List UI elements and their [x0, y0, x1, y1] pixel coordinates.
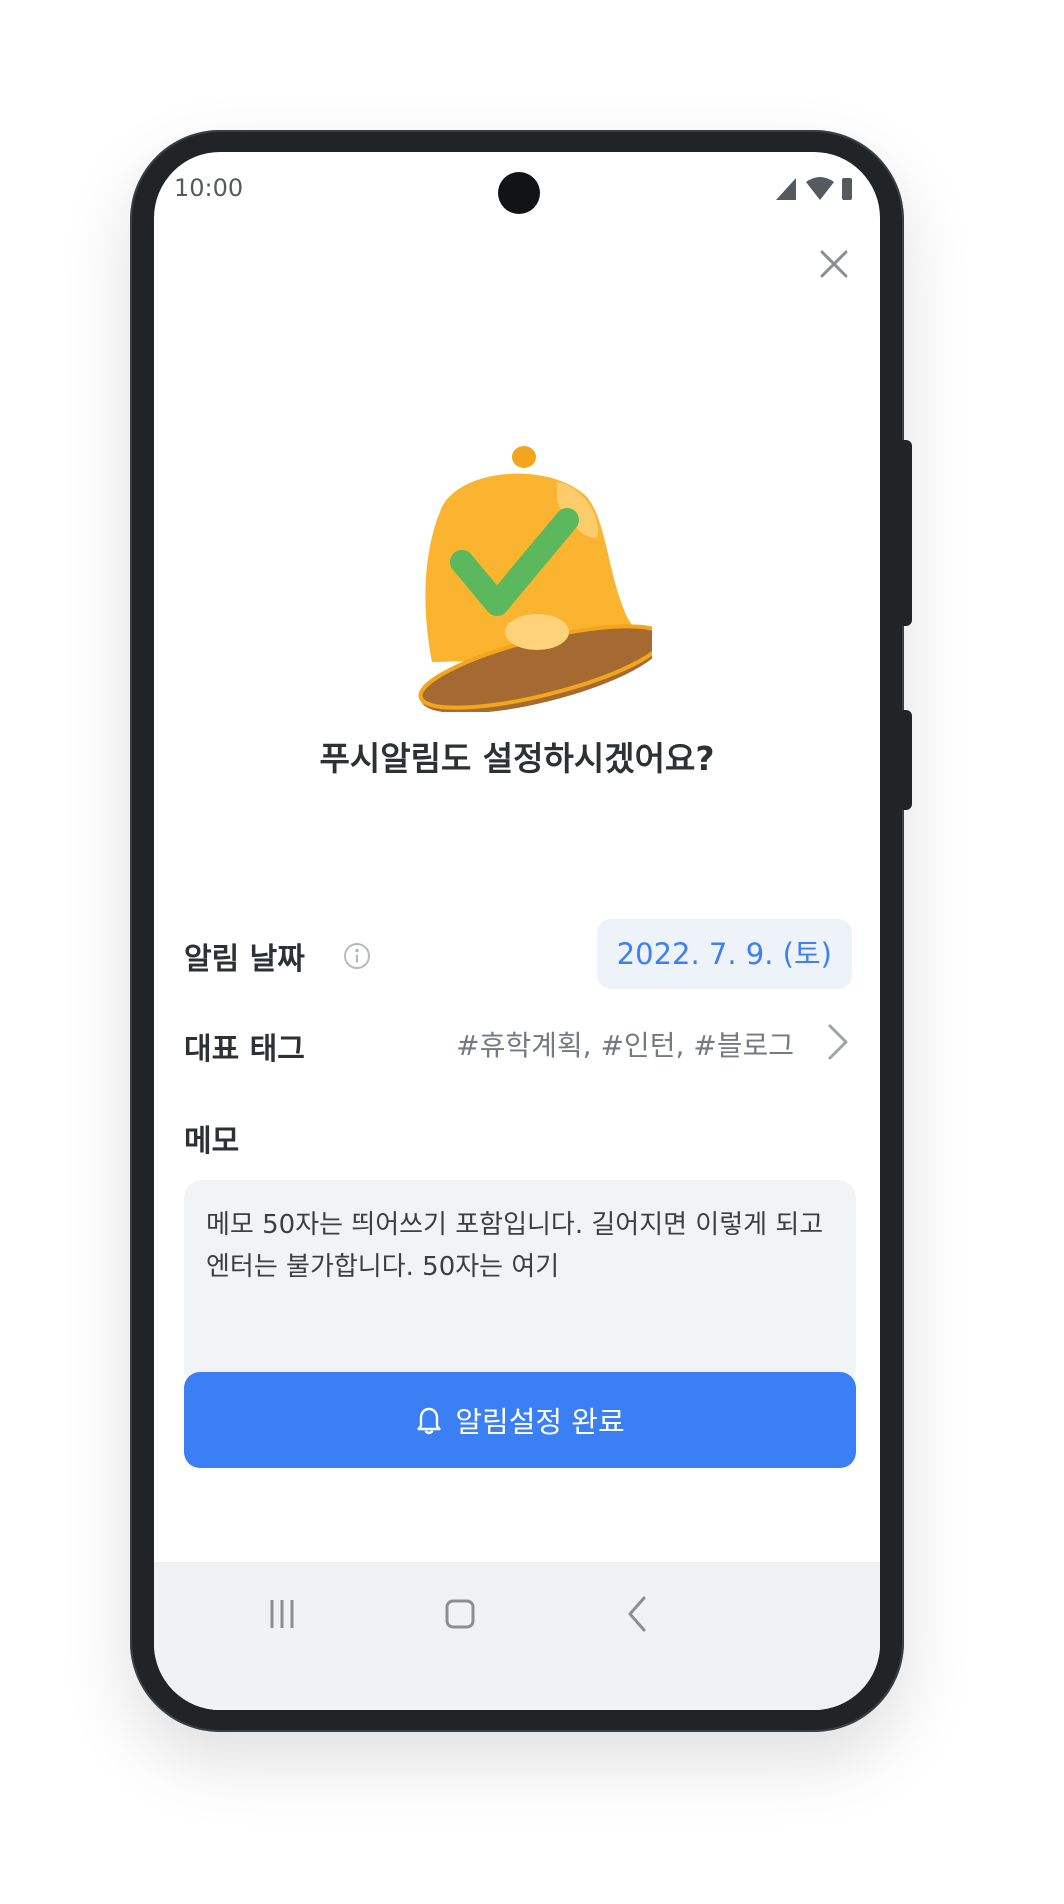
tags-value[interactable]: #휴학계획, #인턴, #블로그 [456, 1024, 794, 1064]
battery-icon [842, 178, 852, 200]
side-button-power [902, 710, 912, 810]
stage: 10:00 푸시알림도 설정하시겠어요? 알림 날짜 2022. 7. 9. (… [0, 0, 1064, 1904]
chevron-right-icon[interactable] [822, 1020, 852, 1064]
signal-icon [776, 178, 796, 200]
complete-alarm-button-label: 알림설정 완료 [455, 1405, 625, 1439]
front-camera [498, 172, 540, 214]
status-time: 10:00 [174, 174, 244, 202]
status-icons [776, 177, 852, 200]
memo-field[interactable]: 메모 50자는 띄어쓰기 포함입니다. 길어지면 이렇게 되고 엔터는 불가합니… [184, 1180, 856, 1388]
bell-check-icon [418, 446, 652, 712]
info-icon[interactable] [342, 941, 372, 971]
recent-apps-icon[interactable] [252, 1584, 312, 1644]
complete-alarm-button[interactable]: 알림설정 완료 [184, 1372, 856, 1468]
phone-frame: 10:00 푸시알림도 설정하시겠어요? 알림 날짜 2022. 7. 9. (… [130, 130, 912, 1732]
side-button-volume [902, 440, 912, 626]
date-label: 알림 날짜 [184, 942, 305, 977]
wifi-icon [806, 177, 834, 200]
bell-icon [417, 1407, 442, 1435]
close-icon[interactable] [810, 240, 858, 288]
phone-screen: 10:00 푸시알림도 설정하시겠어요? 알림 날짜 2022. 7. 9. (… [154, 152, 880, 1710]
memo-label: 메모 [184, 1124, 240, 1159]
dialog-headline: 푸시알림도 설정하시겠어요? [319, 739, 715, 778]
tags-label: 대표 태그 [184, 1032, 305, 1067]
home-icon[interactable] [430, 1584, 490, 1644]
system-nav-bar [154, 1562, 880, 1710]
back-icon[interactable] [608, 1584, 668, 1644]
date-picker-chip[interactable]: 2022. 7. 9. (토) [596, 919, 852, 989]
